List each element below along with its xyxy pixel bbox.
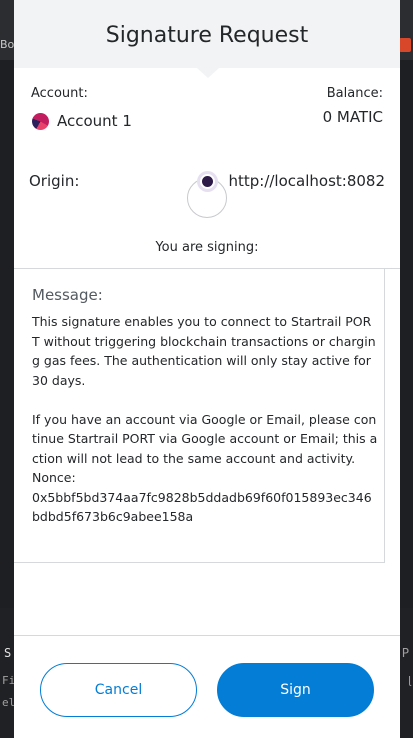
origin-url: http://localhost:8082	[228, 172, 385, 190]
background-panel-text-1: S	[4, 646, 12, 660]
account-info-section: Account: Account 1 Balance: 0 MATIC Orig…	[14, 68, 400, 228]
signature-request-popup: Signature Request Account: Account 1 Bal…	[14, 0, 400, 738]
sign-button[interactable]: Sign	[217, 663, 374, 717]
account-label: Account:	[31, 86, 88, 101]
signing-label: You are signing:	[155, 240, 259, 255]
account-avatar-icon	[32, 113, 49, 130]
popup-header: Signature Request	[14, 0, 400, 78]
message-content: Message: This signature enables you to c…	[14, 269, 384, 563]
background-panel-text-right-1: P	[401, 646, 409, 660]
message-scroll-area[interactable]: Message: This signature enables you to c…	[14, 268, 400, 635]
background-extension-icon	[399, 38, 411, 52]
page-title: Signature Request	[105, 22, 309, 48]
account-name: Account 1	[57, 112, 132, 130]
site-favicon-icon	[197, 171, 218, 192]
origin-label: Origin:	[29, 172, 80, 190]
balance-value: 0 MATIC	[322, 108, 383, 126]
message-body: This signature enables you to connect to…	[32, 314, 378, 524]
background-tab-text: Bo	[0, 38, 15, 51]
message-label: Message:	[32, 286, 103, 304]
balance-label: Balance:	[326, 86, 383, 101]
popup-footer: Cancel Sign	[14, 635, 400, 738]
background-panel-text-right-2: ɭ	[407, 674, 411, 687]
cancel-button[interactable]: Cancel	[40, 663, 197, 717]
scrollbar-track[interactable]	[384, 269, 385, 563]
